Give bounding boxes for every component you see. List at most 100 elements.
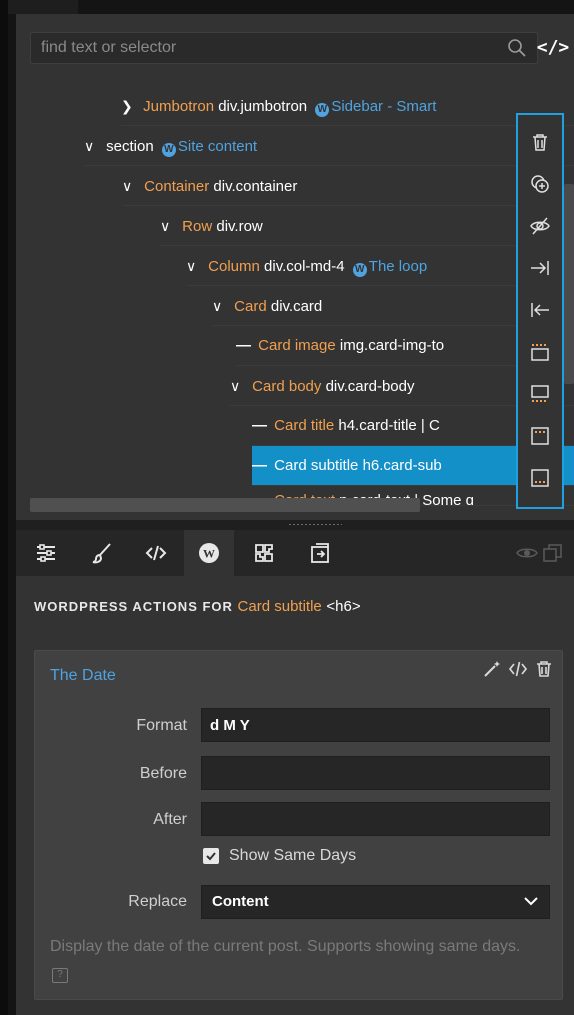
wordpress-icon: W bbox=[352, 263, 367, 277]
chevron-down-icon[interactable]: ∨ bbox=[84, 126, 102, 165]
insert-after-icon bbox=[531, 385, 549, 402]
format-label: Format bbox=[136, 717, 187, 734]
trash-icon bbox=[533, 134, 547, 151]
chevron-down-icon[interactable]: ∨ bbox=[160, 206, 178, 245]
tab-code[interactable] bbox=[134, 530, 178, 576]
magic-wand-icon[interactable] bbox=[482, 659, 502, 679]
tree-row-name: Jumbotron bbox=[143, 98, 215, 115]
show-same-days-checkbox[interactable] bbox=[203, 848, 219, 864]
action-card-tools bbox=[482, 659, 554, 679]
tab-components[interactable] bbox=[242, 530, 286, 576]
tree-row-wp-action: Site content bbox=[177, 138, 258, 155]
duplicate-icon bbox=[531, 175, 549, 193]
tree-row-jumbotron[interactable]: ❯ Jumbotron div.jumbotron W Sidebar - Sma… bbox=[121, 86, 574, 126]
search-input[interactable] bbox=[31, 33, 501, 63]
outdent-element-button[interactable] bbox=[518, 291, 562, 329]
tree-row-element: div.jumbotron bbox=[218, 98, 308, 115]
tree-row-name: Card image bbox=[258, 337, 336, 354]
before-input[interactable] bbox=[201, 756, 550, 790]
replace-selected-value: Content bbox=[212, 893, 269, 910]
tree-row-section[interactable]: ∨ section W Site content bbox=[84, 126, 574, 166]
after-input[interactable] bbox=[201, 802, 550, 836]
insert-top-icon bbox=[531, 427, 549, 445]
tree-row-name: Card body bbox=[252, 378, 322, 395]
grip-dots-icon bbox=[288, 523, 342, 526]
show-same-days-option[interactable]: Show Same Days bbox=[203, 847, 356, 865]
trash-icon[interactable] bbox=[534, 659, 554, 679]
search-box[interactable] bbox=[30, 32, 538, 64]
insert-top-button[interactable] bbox=[518, 417, 562, 455]
help-icon[interactable]: ? bbox=[52, 968, 68, 983]
replace-select[interactable]: Content bbox=[201, 885, 550, 919]
insert-after-button[interactable] bbox=[518, 375, 562, 413]
replace-label: Replace bbox=[128, 893, 187, 910]
wordpress-icon: W bbox=[161, 143, 176, 157]
tree-row-name: Card subtitle bbox=[274, 457, 359, 474]
tree-row-name: Card title bbox=[274, 417, 335, 434]
duplicate-element-button[interactable] bbox=[518, 165, 562, 203]
element-tree-panel: </> ❯ Jumbotron div.jumbotron WSidebar -… bbox=[16, 14, 574, 520]
indent-element-button[interactable] bbox=[518, 249, 562, 287]
tree-row-wp-action: The loop bbox=[368, 258, 428, 275]
wordpress-actions-panel: WORDPRESS ACTIONS FOR Card subtitle <h6>… bbox=[16, 576, 574, 1015]
chevron-down-icon[interactable]: ∨ bbox=[230, 366, 248, 405]
after-label: After bbox=[153, 811, 187, 828]
show-same-days-label: Show Same Days bbox=[229, 847, 357, 864]
tab-style[interactable] bbox=[80, 530, 124, 576]
tree-row-element: div.card-body bbox=[325, 378, 415, 395]
tree-row-element: h4.card-title | C bbox=[338, 417, 440, 434]
before-label: Before bbox=[139, 765, 187, 782]
tree-vertical-scrollbar[interactable] bbox=[564, 184, 574, 384]
action-card-the-date: The Date Format Before After Show Same D… bbox=[34, 650, 563, 1000]
help-text-body: Display the date of the current post. Su… bbox=[50, 938, 521, 955]
tab-bar-right-icons bbox=[516, 540, 566, 566]
insert-before-icon bbox=[531, 344, 549, 361]
code-icon[interactable] bbox=[508, 659, 528, 679]
insert-bottom-icon bbox=[531, 469, 549, 487]
tree-horizontal-scrollbar[interactable] bbox=[30, 498, 420, 512]
selected-element-name: Card subtitle bbox=[237, 598, 322, 615]
tree-row-element: div.col-md-4 bbox=[264, 258, 345, 275]
wordpress-actions-heading: WORDPRESS ACTIONS FOR Card subtitle <h6> bbox=[34, 598, 361, 615]
chevron-down-icon[interactable]: ∨ bbox=[186, 246, 204, 285]
panel-resize-handle[interactable] bbox=[16, 520, 574, 530]
code-view-toggle-button[interactable]: </> bbox=[536, 34, 570, 62]
tree-row-name: Card bbox=[234, 298, 267, 315]
outdent-icon bbox=[531, 303, 549, 317]
chevron-down-icon[interactable]: ∨ bbox=[212, 286, 230, 325]
search-icon[interactable] bbox=[507, 38, 527, 58]
insert-bottom-button[interactable] bbox=[518, 459, 562, 497]
selected-element-tag: <h6> bbox=[326, 598, 361, 615]
element-actions-toolbar bbox=[516, 113, 564, 509]
heading-label: WORDPRESS ACTIONS FOR bbox=[34, 599, 233, 614]
svg-text:W: W bbox=[203, 547, 215, 561]
chevron-down-icon[interactable]: ∨ bbox=[122, 166, 140, 205]
delete-element-button[interactable] bbox=[518, 123, 562, 161]
tree-row-wp-action: Sidebar - Smart bbox=[331, 98, 437, 115]
action-title[interactable]: The Date bbox=[50, 667, 116, 685]
tree-row-row[interactable]: ∨ Row div.row bbox=[160, 206, 574, 246]
tab-wordpress[interactable]: W bbox=[184, 530, 234, 576]
hide-icon bbox=[530, 217, 550, 235]
tab-export[interactable] bbox=[298, 530, 342, 576]
components-icon bbox=[255, 544, 273, 562]
left-edge-strip bbox=[0, 0, 8, 1015]
insert-before-button[interactable] bbox=[518, 333, 562, 371]
tree-row-container[interactable]: ∨ Container div.container bbox=[122, 166, 574, 206]
tree-row-element: div.container bbox=[213, 178, 298, 195]
chevron-down-icon bbox=[524, 897, 538, 906]
detach-window-icon[interactable] bbox=[542, 542, 564, 564]
hide-element-button[interactable] bbox=[518, 207, 562, 245]
leaf-dash-icon: — bbox=[252, 457, 267, 474]
top-tab-stub bbox=[8, 0, 78, 14]
chevron-right-icon[interactable]: ❯ bbox=[121, 86, 139, 125]
tree-row-element: div.row bbox=[216, 218, 263, 235]
tree-row-name: Container bbox=[144, 178, 210, 195]
tree-row-name: Column bbox=[208, 258, 260, 275]
eye-icon[interactable] bbox=[516, 542, 538, 564]
leaf-dash-icon: — bbox=[252, 417, 267, 434]
tab-properties[interactable] bbox=[24, 530, 68, 576]
format-input[interactable] bbox=[201, 708, 550, 742]
checkmark-icon bbox=[206, 852, 216, 861]
tree-row-element: div.card bbox=[270, 298, 323, 315]
